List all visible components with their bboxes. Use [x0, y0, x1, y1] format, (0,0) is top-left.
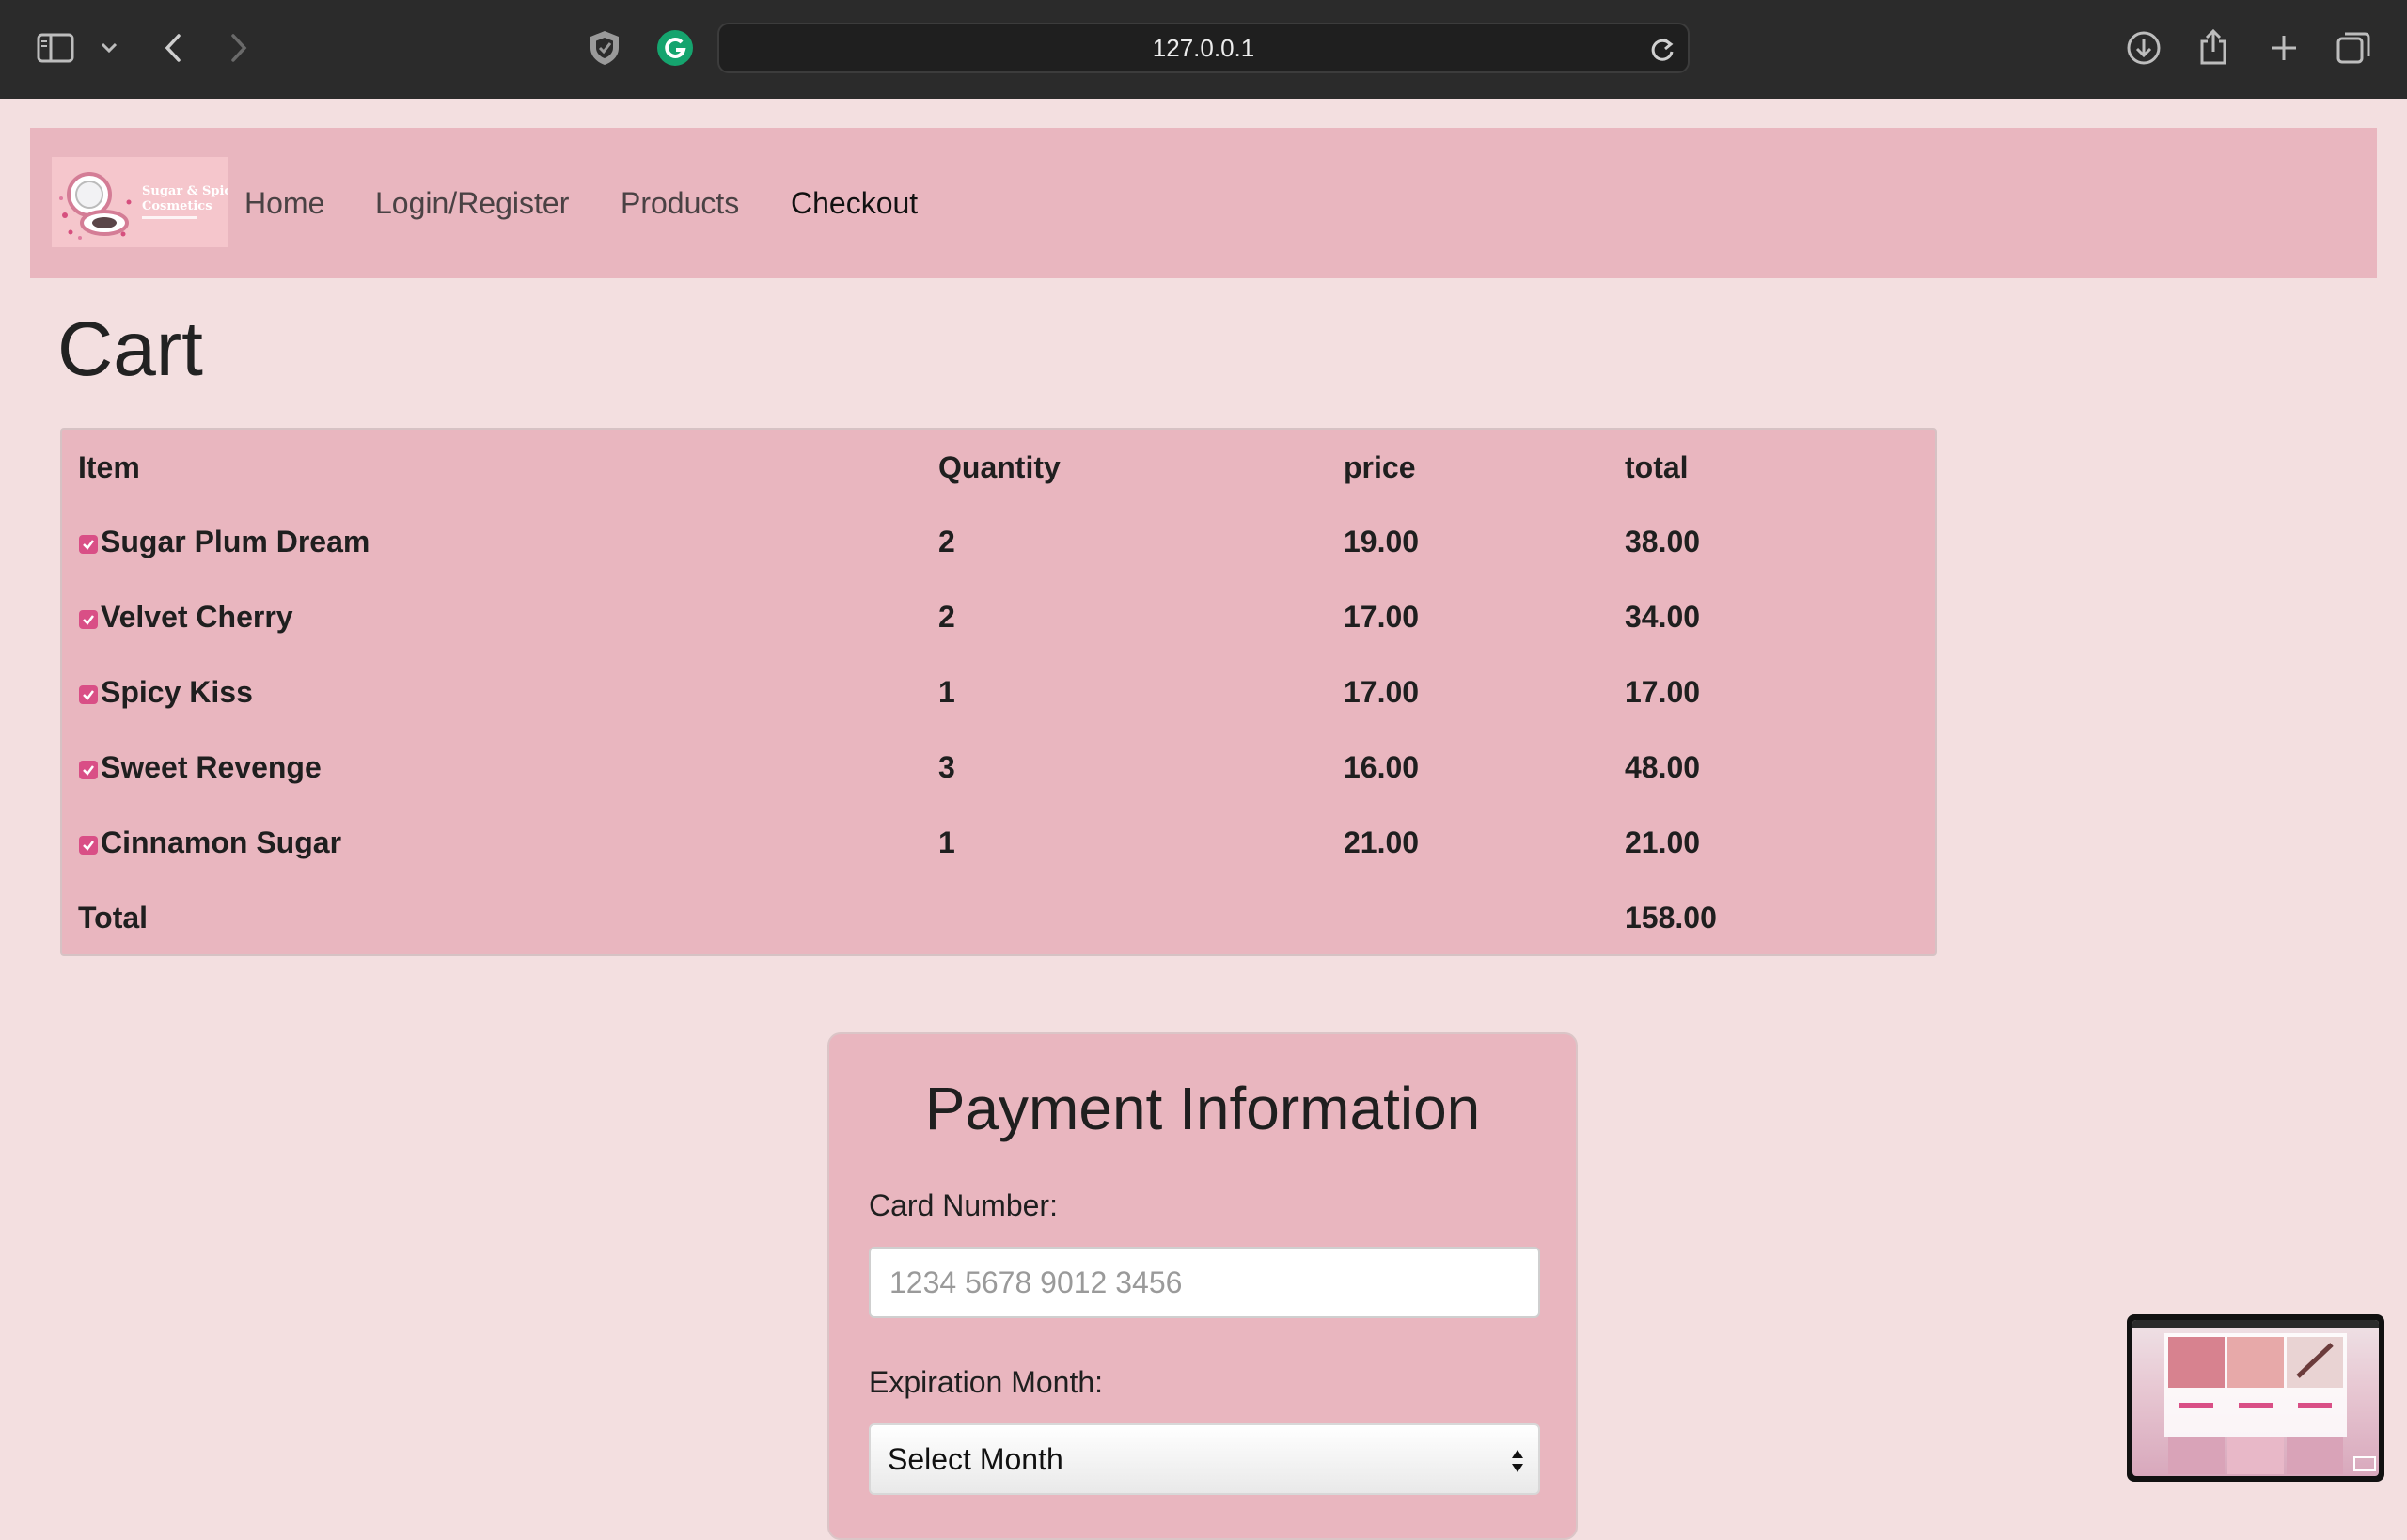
browser-toolbar: 127.0.0.1 — [0, 0, 2407, 99]
item-name: Velvet Cherry — [101, 600, 293, 634]
share-icon[interactable] — [2194, 26, 2233, 68]
grand-total: 158.00 — [1625, 901, 1717, 935]
thumbnail-preview — [2132, 1320, 2379, 1476]
item-quantity: 1 — [938, 825, 955, 859]
reload-icon[interactable] — [1646, 34, 1678, 66]
cart-table: Item Quantity price total Sugar Plum Dre… — [60, 428, 1937, 956]
item-quantity: 1 — [938, 675, 955, 709]
item-total: 34.00 — [1625, 600, 1701, 634]
logo-text-line2: Cosmetics — [142, 199, 212, 213]
item-name: Sugar Plum Dream — [101, 525, 370, 558]
page-title: Cart — [57, 306, 203, 392]
tabs-overview-icon[interactable] — [2334, 28, 2373, 68]
item-price: 21.00 — [1344, 825, 1420, 859]
card-number-label: Card Number: — [869, 1188, 1058, 1222]
item-quantity: 3 — [938, 750, 955, 784]
item-quantity: 2 — [938, 600, 955, 634]
header-price: price — [1344, 450, 1416, 484]
logo-text-line1: Sugar & Spice — [142, 184, 228, 198]
item-total: 17.00 — [1625, 675, 1701, 709]
item-checkbox[interactable] — [79, 761, 98, 779]
expiration-month-label: Expiration Month: — [869, 1365, 1104, 1399]
item-price: 17.00 — [1344, 600, 1420, 634]
site-logo[interactable]: Sugar & Spice Cosmetics — [52, 157, 228, 247]
new-tab-icon[interactable] — [2264, 28, 2304, 68]
item-name: Spicy Kiss — [101, 675, 253, 709]
expiration-month-value: Select Month — [888, 1441, 1063, 1476]
back-arrow-icon[interactable] — [158, 30, 188, 66]
item-checkbox[interactable] — [79, 610, 98, 629]
item-checkbox[interactable] — [79, 836, 98, 855]
item-name: Cinnamon Sugar — [101, 825, 342, 859]
item-price: 19.00 — [1344, 525, 1420, 558]
expiration-month-select[interactable]: Select Month — [869, 1423, 1540, 1495]
header-quantity: Quantity — [938, 450, 1061, 484]
payment-title: Payment Information — [924, 1075, 1481, 1142]
total-label: Total — [78, 901, 149, 935]
checkmark-icon — [83, 690, 94, 700]
shield-icon[interactable] — [585, 28, 624, 68]
item-price: 16.00 — [1344, 750, 1420, 784]
checkmark-icon — [83, 615, 94, 625]
nav-home[interactable]: Home — [244, 128, 324, 278]
url-text: 127.0.0.1 — [1152, 33, 1255, 62]
item-price: 17.00 — [1344, 675, 1420, 709]
item-checkbox[interactable] — [79, 685, 98, 704]
address-bar[interactable]: 127.0.0.1 — [717, 23, 1690, 73]
site-navbar: Sugar & Spice Cosmetics Home Login/Regis… — [30, 128, 2377, 278]
item-name: Sweet Revenge — [101, 750, 322, 784]
sidebar-icon[interactable] — [36, 30, 75, 66]
header-item: Item — [78, 450, 140, 484]
header-total: total — [1625, 450, 1689, 484]
item-total: 48.00 — [1625, 750, 1701, 784]
payment-form: Payment Information Card Number: Expirat… — [827, 1032, 1578, 1540]
download-icon[interactable] — [2124, 28, 2163, 68]
item-total: 38.00 — [1625, 525, 1701, 558]
item-total: 21.00 — [1625, 825, 1701, 859]
nav-products[interactable]: Products — [621, 128, 739, 278]
checkmark-icon — [83, 841, 94, 851]
forward-arrow-icon[interactable] — [224, 30, 254, 66]
select-arrows-icon — [1510, 1446, 1525, 1481]
item-quantity: 2 — [938, 525, 955, 558]
item-checkbox[interactable] — [79, 535, 98, 554]
nav-login-register[interactable]: Login/Register — [375, 128, 569, 278]
grammarly-icon[interactable] — [655, 28, 695, 68]
screenshot-thumbnail[interactable] — [2127, 1314, 2384, 1482]
checkmark-icon — [83, 540, 94, 550]
card-number-input[interactable] — [869, 1247, 1540, 1318]
checkmark-icon — [83, 765, 94, 776]
chevron-down-icon[interactable] — [98, 36, 120, 60]
nav-checkout[interactable]: Checkout — [791, 128, 918, 278]
